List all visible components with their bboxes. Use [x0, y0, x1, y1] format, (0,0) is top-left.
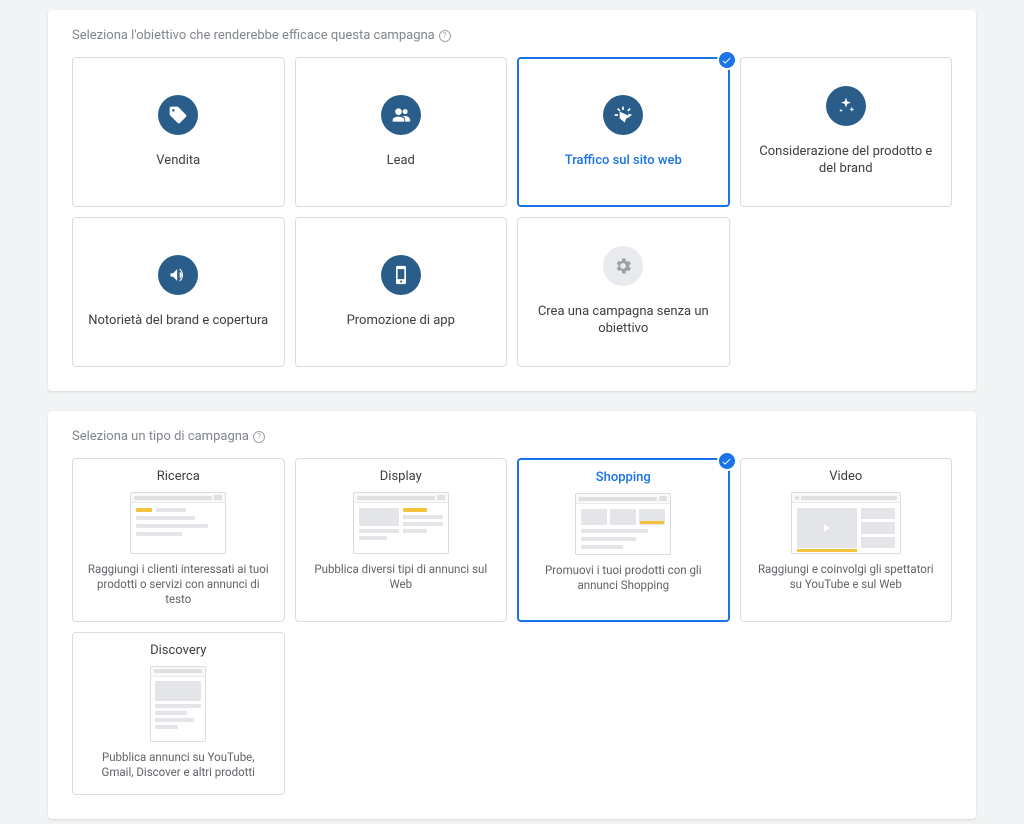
campaign-type-desc: Pubblica annunci su YouTube, Gmail, Disc…: [85, 750, 272, 780]
campaign-type-card-display[interactable]: Display Pubblica diversi tipi di annunci…: [295, 458, 508, 622]
megaphone-icon: [158, 255, 198, 295]
campaign-type-card-shopping[interactable]: Shopping Promuovi i tuoi prodotti con gl…: [517, 458, 730, 622]
objective-card-traffic[interactable]: Traffico sul sito web: [517, 57, 730, 207]
phone-icon: [381, 255, 421, 295]
campaign-type-desc: Pubblica diversi tipi di annunci sul Web: [308, 562, 495, 592]
objective-card-sales[interactable]: Vendita: [72, 57, 285, 207]
objective-card-leads[interactable]: Lead: [295, 57, 508, 207]
sparkle-icon: [826, 86, 866, 126]
tag-icon: [158, 95, 198, 135]
objective-card-app[interactable]: Promozione di app: [295, 217, 508, 367]
checkmark-icon: [717, 50, 737, 70]
campaign-types-panel: Seleziona un tipo di campagna ? Ricerca …: [48, 411, 976, 819]
video-thumb-icon: [791, 492, 901, 554]
discovery-thumb-icon: [150, 666, 206, 742]
objective-label: Traffico sul sito web: [565, 153, 682, 170]
campaign-types-heading: Seleziona un tipo di campagna ?: [72, 429, 952, 444]
help-icon[interactable]: ?: [439, 30, 451, 42]
campaign-type-title: Discovery: [150, 643, 206, 658]
help-icon[interactable]: ?: [253, 431, 265, 443]
campaign-type-title: Shopping: [596, 470, 651, 485]
campaign-type-desc: Promuovi i tuoi prodotti con gli annunci…: [531, 563, 716, 593]
campaign-type-card-search[interactable]: Ricerca Raggiungi i clienti interessati …: [72, 458, 285, 622]
objective-label: Considerazione del prodotto e del brand: [753, 144, 940, 178]
objective-card-brand[interactable]: Notorietà del brand e copertura: [72, 217, 285, 367]
people-icon: [381, 95, 421, 135]
campaign-type-desc: Raggiungi i clienti interessati ai tuoi …: [85, 562, 272, 607]
display-thumb-icon: [353, 492, 449, 554]
objective-label: Promozione di app: [347, 313, 455, 330]
objectives-grid: Vendita Lead Traffico sul sito web Consi…: [72, 57, 952, 367]
campaign-type-card-video[interactable]: Video Raggiungi e coinvolgi gli spettato…: [740, 458, 953, 622]
objective-label: Lead: [387, 153, 415, 170]
objectives-panel: Seleziona l'obiettivo che renderebbe eff…: [48, 10, 976, 391]
objective-label: Vendita: [156, 153, 200, 170]
shopping-thumb-icon: [575, 493, 671, 555]
objective-label: Crea una campagna senza un obiettivo: [530, 304, 717, 338]
objectives-heading-text: Seleziona l'obiettivo che renderebbe eff…: [72, 28, 435, 43]
campaign-types-heading-text: Seleziona un tipo di campagna: [72, 429, 249, 444]
gear-icon: [603, 246, 643, 286]
search-thumb-icon: [130, 492, 226, 554]
click-icon: [603, 95, 643, 135]
campaign-type-title: Display: [380, 469, 422, 484]
campaign-type-card-discovery[interactable]: Discovery Pubblica annunci su YouTube, G…: [72, 632, 285, 795]
objectives-heading: Seleziona l'obiettivo che renderebbe eff…: [72, 28, 952, 43]
campaign-types-grid: Ricerca Raggiungi i clienti interessati …: [72, 458, 952, 795]
campaign-type-title: Video: [829, 469, 862, 484]
objective-label: Notorietà del brand e copertura: [88, 313, 268, 330]
campaign-type-desc: Raggiungi e coinvolgi gli spettatori su …: [753, 562, 940, 592]
objective-card-consideration[interactable]: Considerazione del prodotto e del brand: [740, 57, 953, 207]
checkmark-icon: [717, 451, 737, 471]
objective-card-none[interactable]: Crea una campagna senza un obiettivo: [517, 217, 730, 367]
campaign-type-title: Ricerca: [157, 469, 200, 484]
